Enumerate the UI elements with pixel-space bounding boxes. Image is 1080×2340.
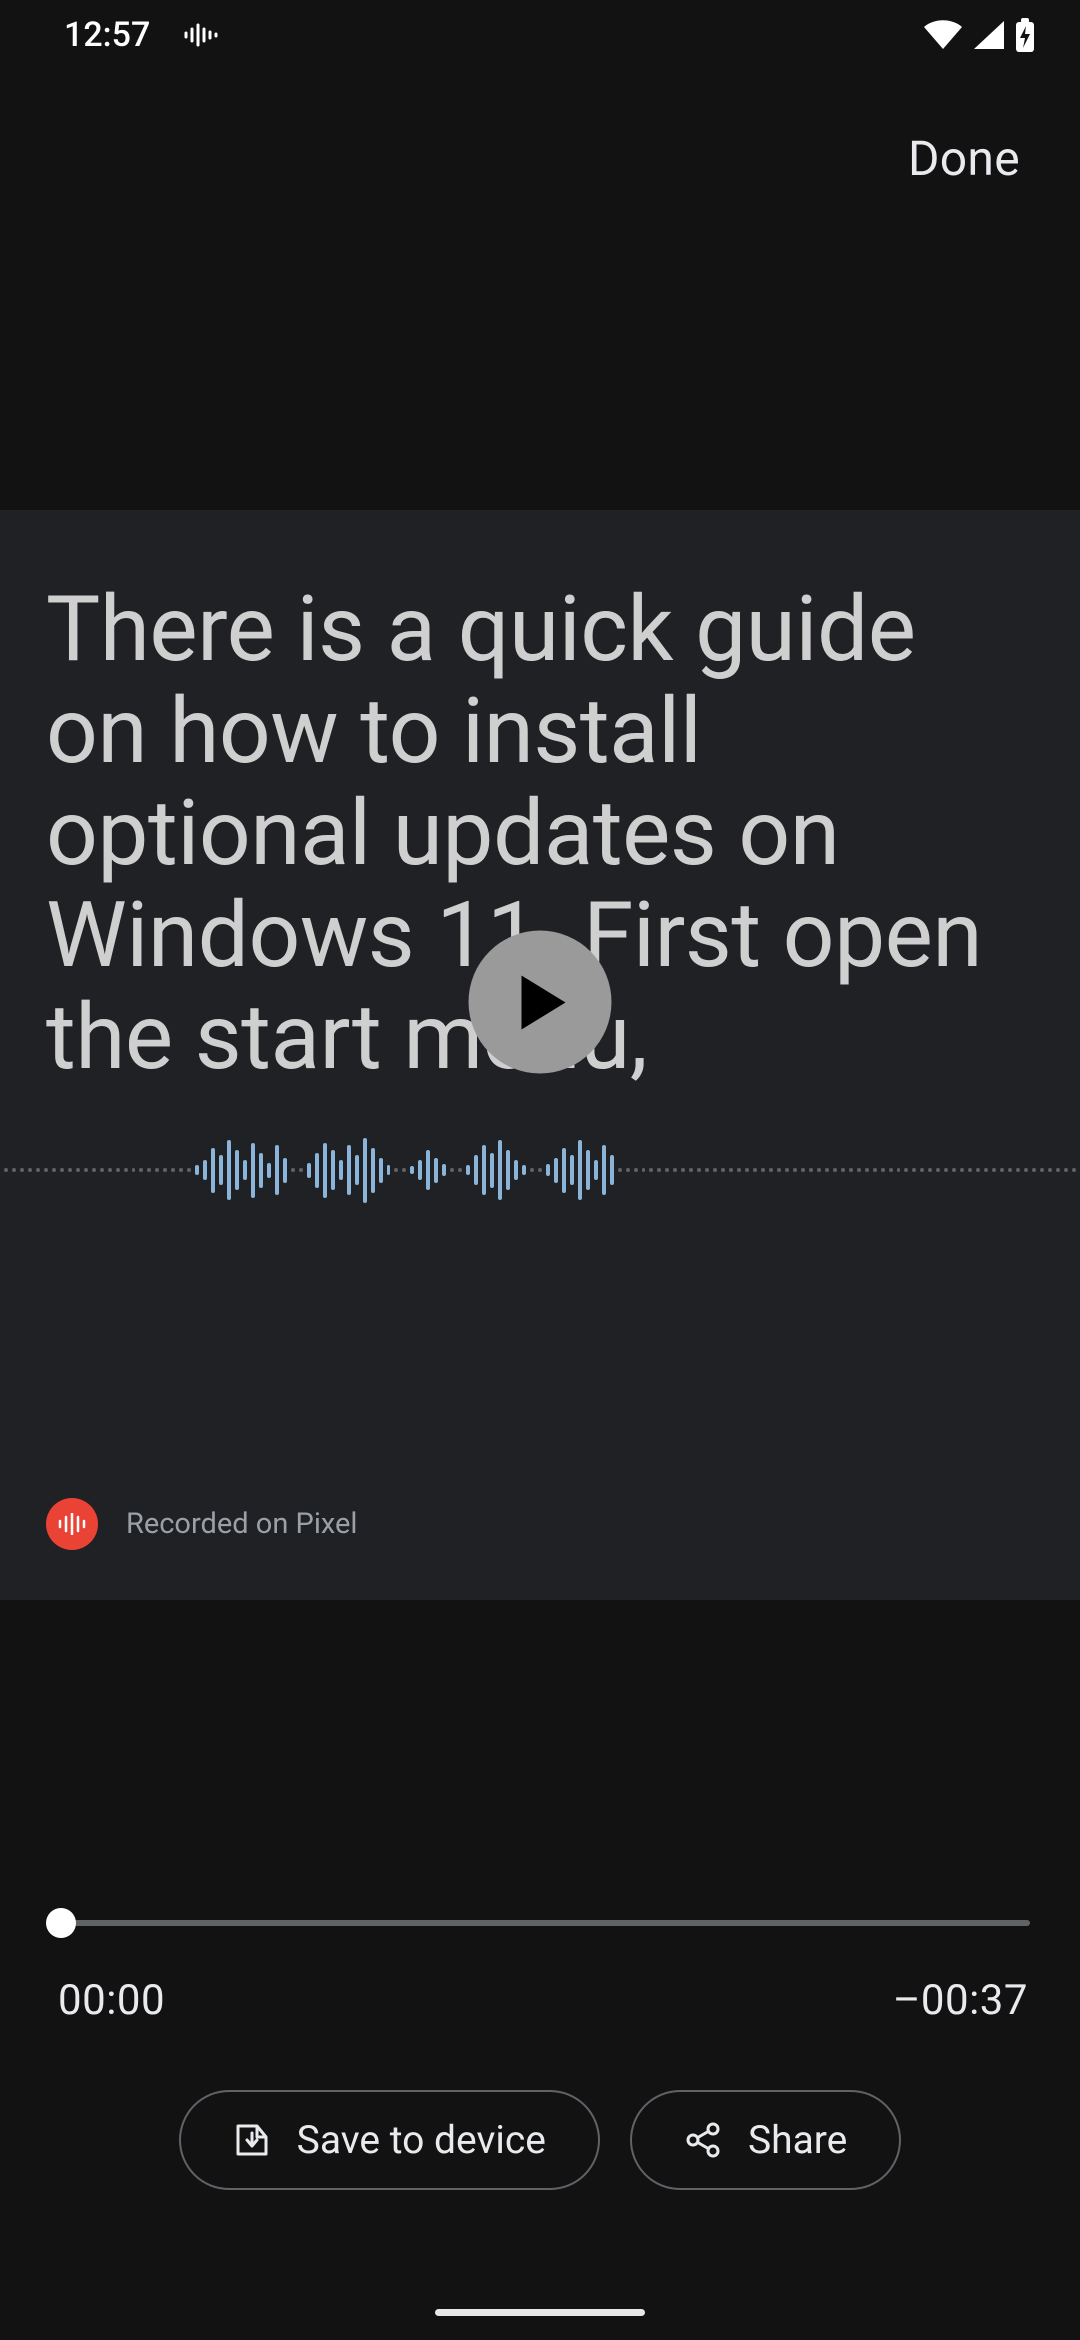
home-indicator[interactable] bbox=[435, 2309, 645, 2316]
wifi-icon bbox=[922, 19, 964, 51]
share-icon bbox=[684, 2121, 722, 2159]
share-label: Share bbox=[748, 2117, 847, 2163]
recorder-app-icon bbox=[46, 1498, 98, 1550]
time-current: 00:00 bbox=[58, 1976, 165, 2025]
waveform[interactable] bbox=[0, 1120, 1080, 1220]
status-left: 12:57 bbox=[64, 15, 222, 55]
status-bar: 12:57 bbox=[0, 0, 1080, 70]
top-section: Done bbox=[0, 70, 1080, 510]
play-button[interactable] bbox=[469, 931, 612, 1074]
save-label: Save to device bbox=[297, 2117, 546, 2163]
time-remaining: –00:37 bbox=[893, 1976, 1028, 2025]
slider-thumb[interactable] bbox=[46, 1908, 76, 1938]
share-button[interactable]: Share bbox=[630, 2090, 901, 2190]
player-card: There is a quick guide on how to install… bbox=[0, 510, 1080, 1600]
recorded-label: Recorded on Pixel bbox=[126, 1507, 357, 1541]
action-row: Save to device Share bbox=[0, 2090, 1080, 2190]
time-row: 00:00 –00:37 bbox=[58, 1976, 1028, 2025]
slider-track bbox=[50, 1920, 1030, 1926]
done-button[interactable]: Done bbox=[908, 130, 1020, 187]
bottom-section: 00:00 –00:37 Save to device Share bbox=[0, 1600, 1080, 2340]
download-icon bbox=[233, 2121, 271, 2159]
playback-slider[interactable] bbox=[50, 1920, 1030, 1926]
status-right bbox=[922, 18, 1036, 52]
save-to-device-button[interactable]: Save to device bbox=[179, 2090, 600, 2190]
audio-activity-icon bbox=[184, 23, 222, 47]
battery-charging-icon bbox=[1014, 18, 1036, 52]
status-time: 12:57 bbox=[64, 15, 150, 55]
play-icon bbox=[519, 973, 569, 1031]
signal-icon bbox=[972, 19, 1006, 51]
recorded-badge: Recorded on Pixel bbox=[46, 1498, 357, 1550]
